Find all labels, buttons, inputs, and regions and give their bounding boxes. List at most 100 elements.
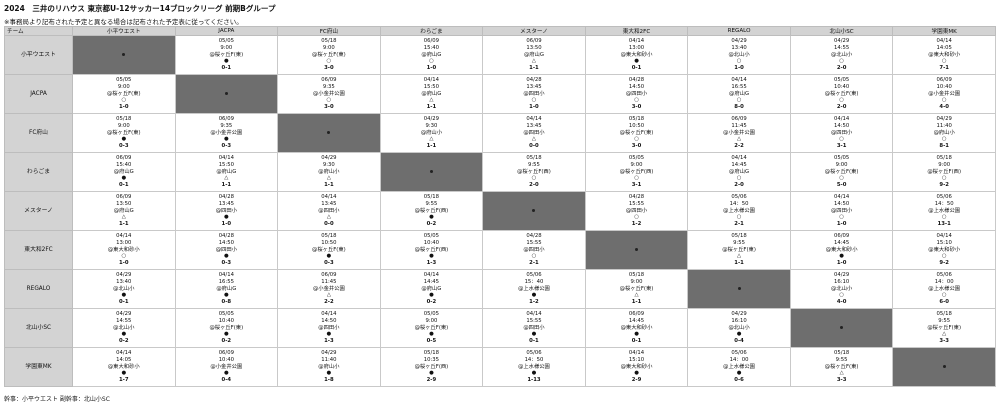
match-venue: @桜ヶ丘F(東)	[619, 129, 654, 136]
match-date: 06/09	[833, 232, 850, 239]
match-cell: 05/18 9:55 @桜ヶ丘F(東) △ 1-1	[687, 230, 791, 270]
dot-icon	[327, 130, 331, 134]
match-venue: @小金井公園	[723, 129, 755, 136]
match-date: 04/14	[628, 37, 645, 44]
match-cell: 04/28 14:50 @四田小 ○ 3-0	[584, 74, 689, 114]
result-mark: ○	[839, 292, 844, 299]
match-score: 1-1	[324, 182, 334, 189]
match-score: 1-1	[529, 65, 539, 72]
match-date: 06/09	[423, 37, 440, 44]
result-mark: ●	[121, 136, 127, 143]
result-mark: △	[326, 214, 331, 221]
match-cell: 05/18 9:00 @桜ヶ丘F(西) ○ 9-2	[892, 152, 996, 192]
match-time: 10:40	[218, 356, 234, 363]
row-header: FC府山	[4, 113, 73, 153]
match-date: 04/29	[833, 271, 850, 278]
match-date: 05/06	[526, 271, 542, 278]
result-mark: ○	[839, 136, 844, 143]
result-mark: ●	[429, 253, 434, 260]
match-venue: @府山G	[216, 168, 237, 175]
match-venue: @府山G	[216, 285, 237, 292]
table-row: JACPA 05/05 9:00 @桜ヶ丘F(東) ○ 1-0 06/09 9:35 @小金井公…	[4, 74, 996, 114]
match-venue: @東大和砂小	[825, 246, 858, 253]
match-score: 0-1	[631, 65, 642, 72]
match-time: 10:50	[321, 239, 337, 246]
match-date: 06/09	[628, 310, 645, 317]
match-cell: 04/14 15:50 @府山G △ 1-1	[174, 152, 279, 192]
match-cell: 05/18 9:55 @桜ヶ丘F(西) ○ 2-0	[482, 152, 586, 192]
match-venue: @四田小	[318, 324, 340, 331]
match-cell: 04/14 13:00 @東大和砂小 ● 0-1	[584, 35, 689, 75]
match-venue: @府山G	[421, 90, 442, 97]
match-venue: @四田小	[831, 207, 853, 214]
match-score: 8-0	[734, 104, 744, 111]
match-cell: 05/06 14：00 @上水様公園 ● 0-6	[687, 347, 791, 387]
match-venue: @桜ヶ丘F(東)	[824, 90, 859, 97]
result-mark: ○	[531, 97, 537, 104]
match-time: 14:45	[833, 239, 850, 246]
match-date: 05/18	[423, 349, 440, 356]
match-venue: @東大和砂小	[620, 324, 653, 331]
match-time: 15:55	[526, 317, 542, 324]
match-time: 14：50	[729, 200, 749, 207]
match-score: 4-0	[939, 104, 949, 111]
match-time: 14:05	[116, 356, 132, 363]
result-mark: ○	[839, 175, 844, 182]
match-cell: 05/18 9:55 @桜ヶ丘F(東) △ 3-3	[892, 308, 996, 348]
match-date: 06/09	[218, 349, 234, 356]
result-mark: △	[634, 292, 639, 299]
match-time: 11:40	[321, 356, 337, 363]
match-date: 05/06	[936, 271, 952, 278]
result-mark: ●	[736, 331, 742, 338]
match-score: 2-0	[529, 182, 539, 189]
match-date: 04/28	[628, 76, 645, 83]
match-time: 14:55	[116, 317, 132, 324]
result-mark: ○	[326, 58, 332, 65]
match-cell: 04/29 16:10 @北山小 ○ 4-0	[789, 269, 894, 309]
match-venue: @桜ヶ丘F(東)	[209, 51, 244, 58]
match-score: 2-1	[529, 260, 539, 267]
match-score: 1-0	[118, 260, 129, 267]
match-score: 4-0	[836, 299, 847, 306]
result-mark: ●	[224, 370, 229, 377]
match-score: 7-1	[939, 65, 949, 72]
result-mark: ○	[121, 253, 127, 260]
footer-note: 幹事：小平ウエスト 副幹事：北山小SC	[4, 396, 110, 403]
result-mark: ●	[531, 292, 537, 299]
match-cell: 04/14 15:55 @四田小 ● 0-1	[482, 308, 586, 348]
match-time: 9:00	[117, 122, 130, 129]
match-score: 0-3	[118, 143, 129, 150]
match-cell: 06/09 15:40 @府山G ● 0-1	[72, 152, 176, 192]
match-date: 04/29	[731, 37, 747, 44]
match-venue: @府山G	[523, 51, 544, 58]
match-score: 0-4	[734, 338, 744, 345]
match-score: 2-0	[836, 104, 847, 111]
match-venue: @桜ヶ丘F(西)	[517, 168, 551, 175]
match-score: 0-4	[221, 377, 232, 384]
match-date: 05/05	[423, 232, 440, 239]
result-mark: ●	[531, 370, 537, 377]
corner-header: チーム	[4, 26, 73, 36]
match-time: 10:50	[628, 122, 645, 129]
match-date: 04/14	[321, 310, 337, 317]
match-time: 9:00	[220, 44, 233, 51]
match-time: 14:45	[423, 278, 440, 285]
match-cell: 04/29 11:40 @府山小 ○ 8-1	[892, 113, 996, 153]
row-header: 小平ウエスト	[4, 35, 73, 75]
match-time: 9:00	[322, 44, 335, 51]
result-mark: ○	[634, 175, 639, 182]
match-cell: 04/28 13:45 @四田小 ● 1-0	[174, 191, 279, 231]
league-body: 小平ウエスト 05/05 9:00 @桜ヶ丘F(東) ● 0-1 05/18 9:00 @桜ヶ丘…	[4, 35, 996, 387]
match-time: 15：40	[524, 278, 544, 285]
table-row: 学園東MK 04/14 14:05 @東大和砂小 ● 1-7 06/09 10:40 @小金井公…	[4, 347, 996, 387]
result-mark: ●	[326, 370, 332, 377]
result-mark: ●	[224, 214, 229, 221]
match-time: 14：50	[934, 200, 954, 207]
row-header: JACPA	[4, 74, 73, 114]
match-score: 1-8	[324, 377, 334, 384]
result-mark: ○	[941, 175, 947, 182]
match-venue: @東大和砂小	[107, 363, 140, 370]
match-time: 14:55	[833, 44, 850, 51]
match-cell: 04/14 13:00 @東大和砂小 ○ 1-0	[72, 230, 176, 270]
match-cell: 06/09 15:40 @府山G ○ 1-0	[379, 35, 484, 75]
